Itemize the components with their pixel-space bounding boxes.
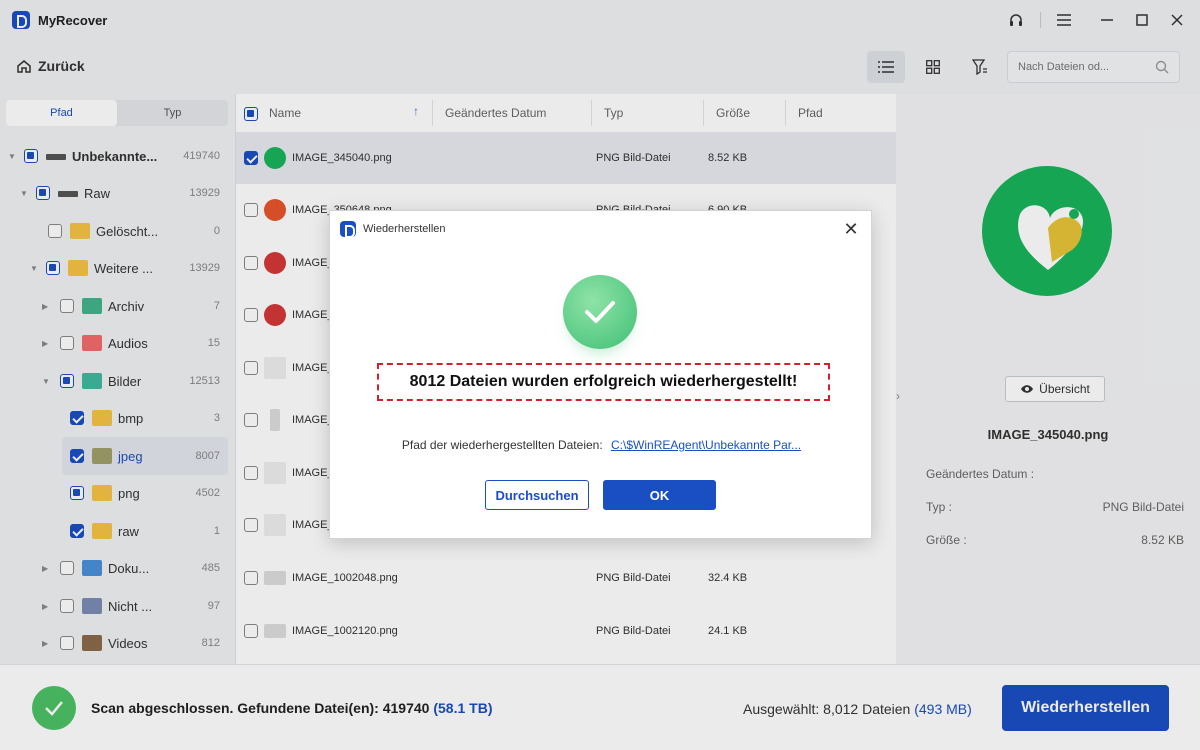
- dialog-title: Wiederherstellen: [363, 223, 446, 235]
- browse-button[interactable]: Durchsuchen: [485, 480, 589, 510]
- restore-path: Pfad der wiederhergestellten Dateien: C:…: [330, 438, 873, 452]
- success-message: 8012 Dateien wurden erfolgreich wiederhe…: [377, 363, 830, 401]
- ok-button[interactable]: OK: [603, 480, 716, 510]
- path-link[interactable]: C:\$WinREAgent\Unbekannte Par...: [611, 438, 801, 452]
- restore-dialog: Wiederherstellen ✕ 8012 Dateien wurden e…: [329, 210, 872, 539]
- path-label: Pfad der wiederhergestellten Dateien:: [401, 438, 603, 452]
- dialog-header: Wiederherstellen: [340, 221, 446, 238]
- close-icon[interactable]: ✕: [841, 219, 861, 239]
- success-check-icon: [563, 275, 637, 349]
- app-logo-icon: [340, 221, 356, 238]
